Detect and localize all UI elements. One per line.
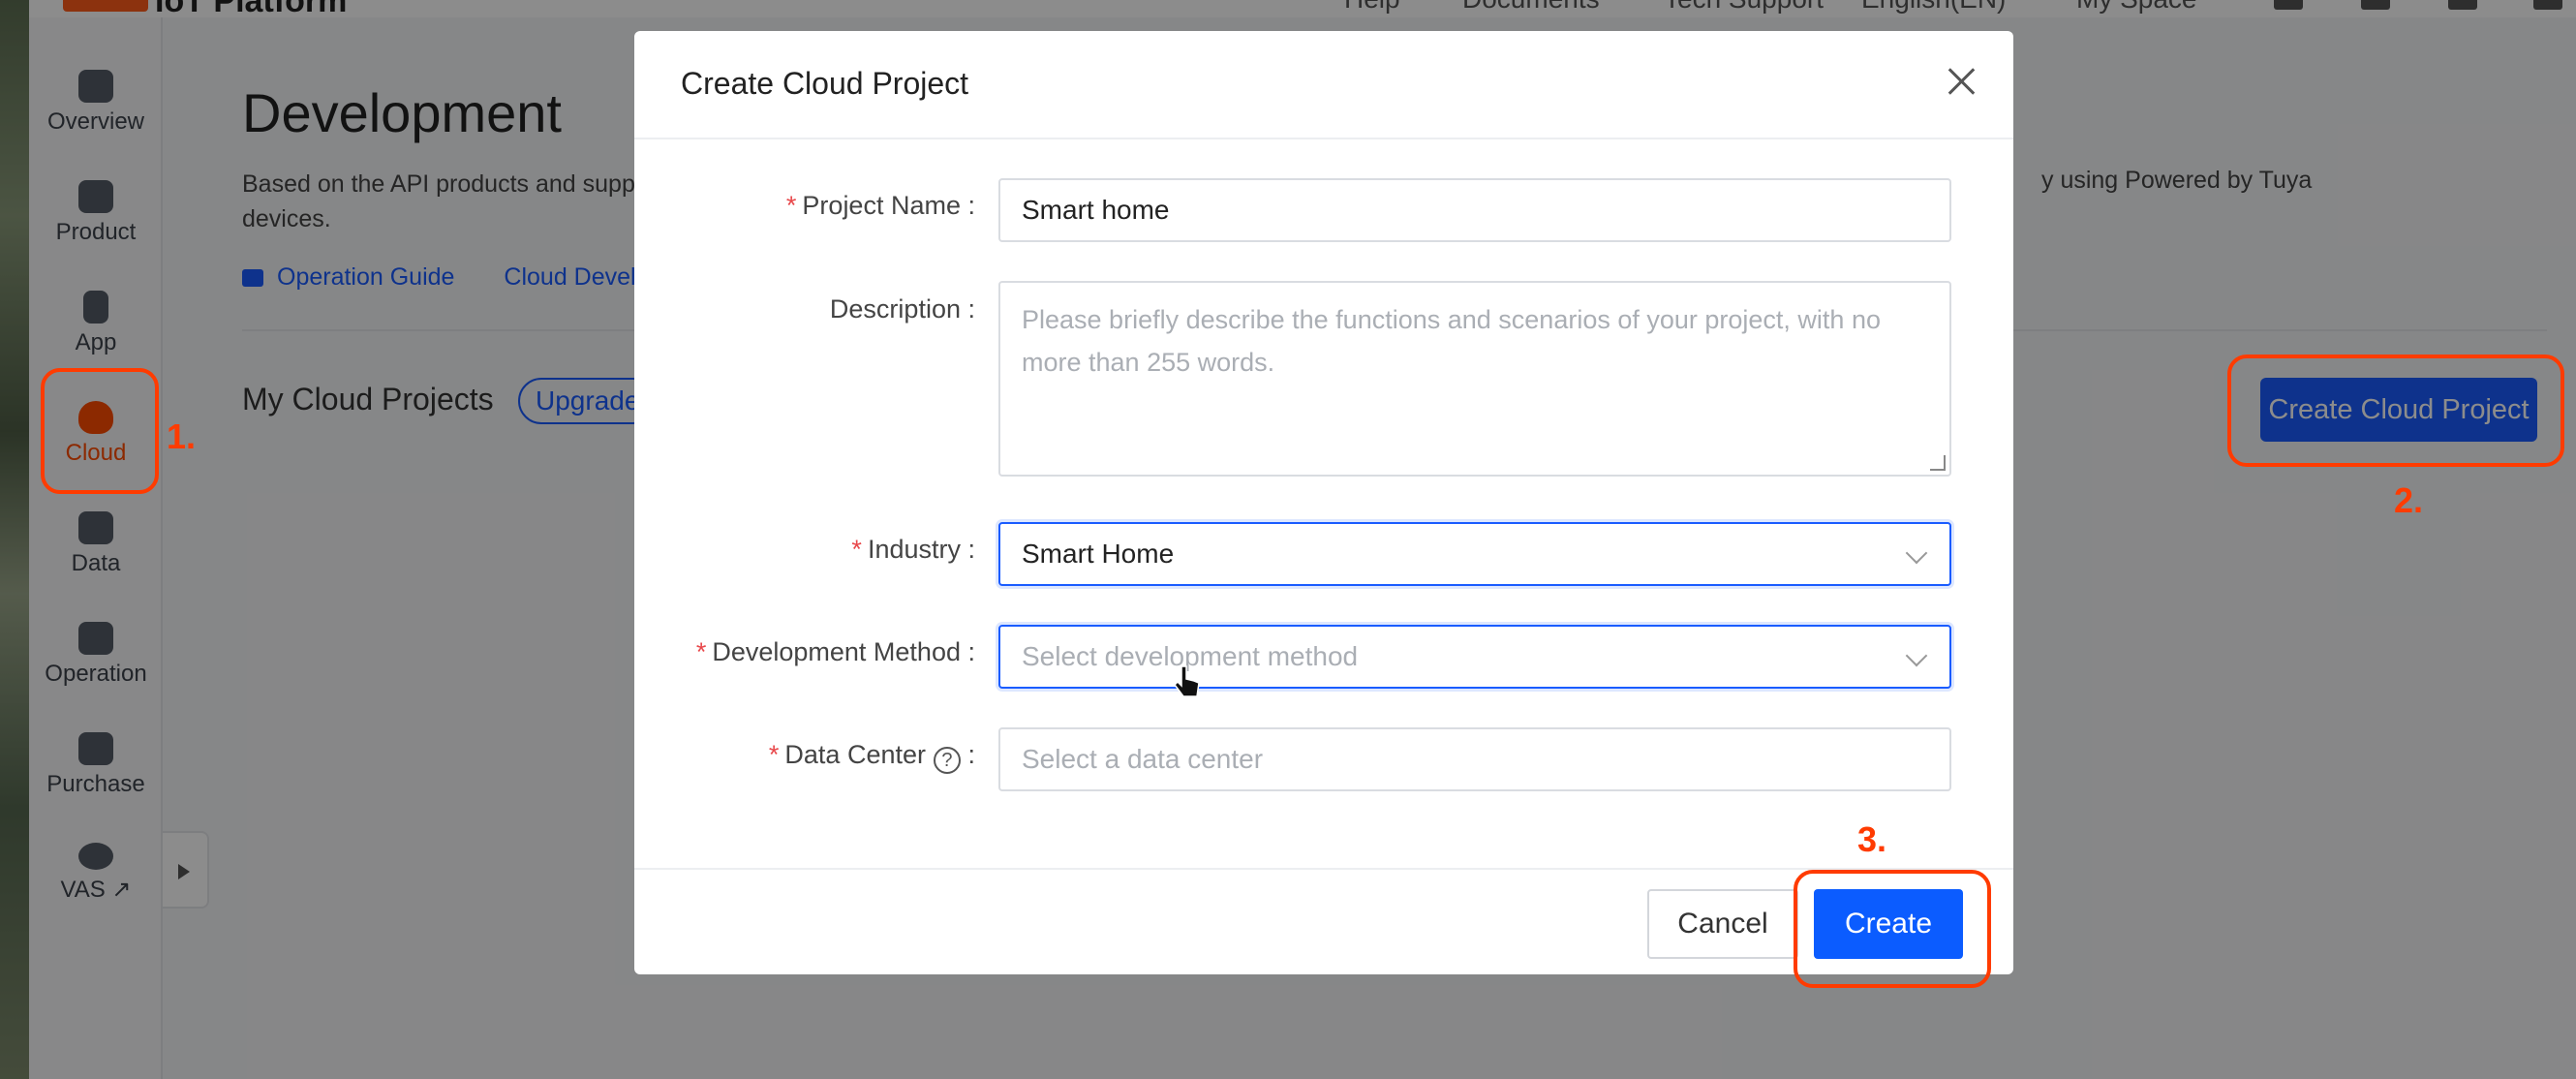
industry-select[interactable]: Smart Home bbox=[998, 522, 1951, 586]
industry-label-text: Industry bbox=[867, 535, 961, 564]
industry-label: * Industry : bbox=[851, 535, 975, 564]
required-marker: * bbox=[851, 535, 862, 564]
annotation-highlight-create-project bbox=[2227, 355, 2564, 467]
resize-handle-icon[interactable] bbox=[1930, 455, 1946, 471]
annotation-step-3: 3. bbox=[1857, 819, 1887, 859]
description-textarea[interactable]: Please briefly describe the functions an… bbox=[998, 281, 1951, 477]
project-name-input[interactable]: Smart home bbox=[998, 178, 1951, 242]
required-marker: * bbox=[695, 637, 707, 666]
description-placeholder: Please briefly describe the functions an… bbox=[1022, 305, 1881, 377]
required-marker: * bbox=[785, 191, 797, 220]
project-name-label: * Project Name : bbox=[785, 191, 975, 220]
dialog-title: Create Cloud Project bbox=[681, 66, 969, 101]
data-center-label: * Data Center? : bbox=[634, 740, 975, 774]
development-method-label-text: Development Method bbox=[712, 637, 961, 666]
dialog-header: Create Cloud Project bbox=[634, 31, 2013, 139]
annotation-step-2: 2. bbox=[2394, 480, 2424, 520]
help-icon[interactable]: ? bbox=[933, 747, 961, 774]
project-name-label-text: Project Name bbox=[802, 191, 961, 220]
description-label-text: Description bbox=[829, 294, 961, 324]
chevron-down-icon bbox=[1905, 541, 1928, 565]
annotation-highlight-create bbox=[1794, 870, 1991, 988]
development-method-select[interactable]: Select development method bbox=[998, 625, 1951, 689]
cancel-button[interactable]: Cancel bbox=[1647, 889, 1798, 959]
data-center-label-text: Data Center bbox=[784, 740, 926, 769]
create-cloud-project-dialog: Create Cloud Project * Project Name : Sma… bbox=[634, 31, 2013, 974]
required-marker: * bbox=[768, 740, 780, 769]
hand-cursor-icon bbox=[1174, 665, 1200, 697]
annotation-highlight-cloud bbox=[41, 368, 159, 494]
industry-select-value: Smart Home bbox=[1022, 539, 1175, 569]
close-icon[interactable] bbox=[1944, 64, 1978, 99]
data-center-select[interactable]: Select a data center bbox=[998, 727, 1951, 791]
description-label: Description : bbox=[829, 294, 975, 324]
development-method-label: * Development Method : bbox=[695, 637, 975, 666]
annotation-step-1: 1. bbox=[167, 416, 197, 456]
chevron-down-icon bbox=[1905, 644, 1928, 667]
